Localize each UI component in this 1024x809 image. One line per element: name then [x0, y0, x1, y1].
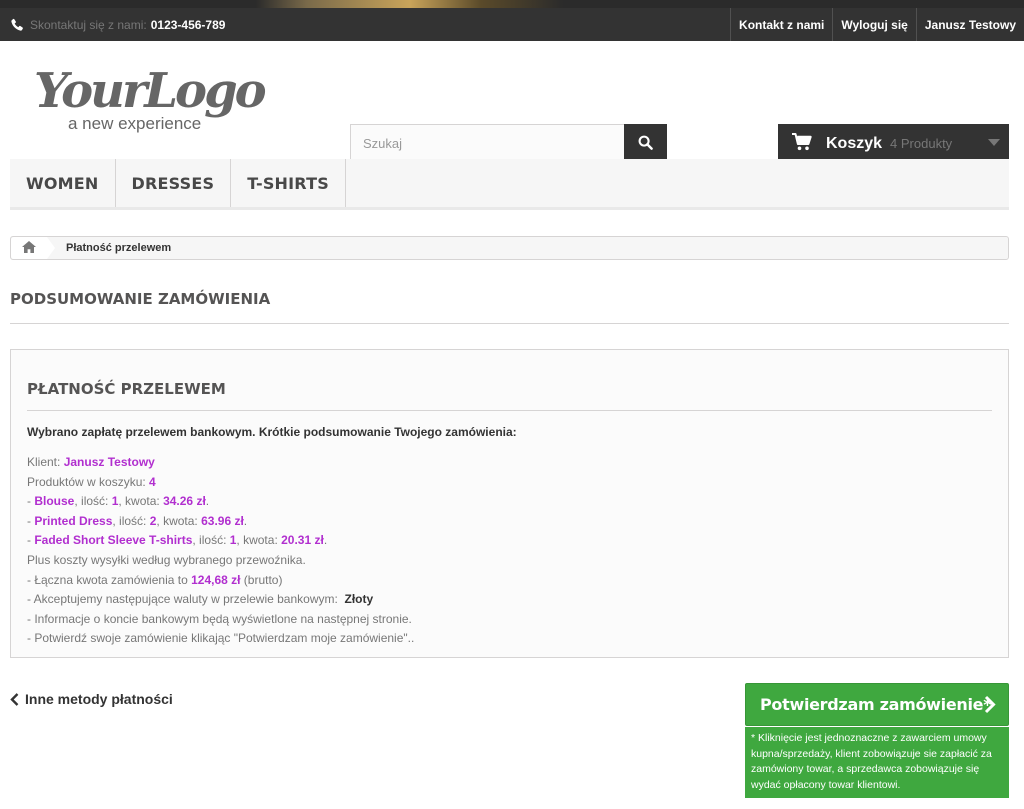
cart-button[interactable]: Koszyk 4 Produkty	[778, 124, 1009, 163]
search-bar	[350, 124, 667, 163]
main-menu: Women Dresses T-shirts	[10, 159, 1009, 210]
other-payment-methods-link[interactable]: Inne metody płatności	[10, 691, 173, 707]
item-name: Faded Short Sleeve T-shirts	[34, 533, 193, 548]
breadcrumb-home[interactable]	[11, 237, 55, 259]
cart-icon	[792, 133, 812, 154]
confirm-button-label: Potwierdzam zamówienie*	[760, 695, 992, 714]
contact-us-link[interactable]: Kontakt z nami	[730, 8, 832, 41]
order-item: - Faded Short Sleeve T-shirts, ilość: 1,…	[27, 533, 328, 548]
total-line: - Łączna kwota zamówienia to 124,68 zł (…	[27, 572, 283, 587]
account-links: Kontakt z nami Wyloguj się Janusz Testow…	[730, 8, 1024, 41]
phone-icon	[10, 18, 24, 32]
home-icon	[22, 240, 36, 256]
cart-dropdown-icon	[988, 139, 1000, 146]
header: YourLogo a new experience Koszyk 4 Produ…	[0, 41, 1024, 163]
order-summary: Klient: Janusz Testowy Produktów w koszy…	[27, 453, 992, 649]
bank-info-line: - Informacje o koncie bankowym będą wyśw…	[27, 611, 412, 626]
menu-item-women[interactable]: Women	[10, 159, 116, 207]
currency-value: Złoty	[344, 592, 374, 607]
item-amount: 20.31 zł	[281, 533, 324, 548]
confirm-order-button[interactable]: Potwierdzam zamówienie*	[745, 683, 1009, 726]
top-banner	[0, 0, 1024, 8]
payment-summary-box: Płatność przelewem Wybrano zapłatę przel…	[10, 349, 1009, 658]
search-button[interactable]	[624, 124, 667, 163]
breadcrumb: Płatność przelewem	[10, 236, 1009, 260]
shipping-note: Plus koszty wysyłki według wybranego prz…	[27, 552, 306, 567]
order-item: - Printed Dress, ilość: 2, kwota: 63.96 …	[27, 513, 248, 528]
cart-count: 4 Produkty	[890, 136, 953, 151]
store-logo[interactable]: YourLogo a new experience	[32, 63, 277, 133]
account-name-link[interactable]: Janusz Testowy	[915, 8, 1024, 41]
item-name: Blouse	[34, 494, 75, 509]
contact-label: Skontaktuj się z nami:	[30, 17, 147, 32]
currency-line: - Akceptujemy następujące waluty w przel…	[27, 592, 374, 607]
logo-wordmark: YourLogo	[34, 63, 266, 119]
search-input[interactable]	[350, 124, 624, 163]
client-line: Klient: Janusz Testowy	[27, 455, 155, 469]
contact-phone: 0123-456-789	[150, 17, 226, 32]
item-name: Printed Dress	[34, 513, 113, 528]
logo-tagline: a new experience	[68, 114, 201, 133]
order-item: - Blouse, ilość: 1, kwota: 34.26 zł.	[27, 494, 210, 509]
client-name: Janusz Testowy	[63, 455, 155, 469]
item-amount: 34.26 zł	[163, 494, 206, 509]
back-link-label: Inne metody płatności	[25, 691, 173, 707]
logout-link[interactable]: Wyloguj się	[832, 8, 915, 41]
payment-intro: Wybrano zapłatę przelewem bankowym. Krót…	[27, 425, 517, 439]
contact-info: Skontaktuj się z nami: 0123-456-789	[0, 8, 225, 41]
menu-item-tshirts[interactable]: T-shirts	[231, 159, 346, 207]
page-title: Podsumowanie zamówienia	[10, 290, 1009, 324]
breadcrumb-current: Płatność przelewem	[66, 242, 172, 254]
payment-heading: Płatność przelewem	[27, 380, 992, 411]
top-nav-bar: Skontaktuj się z nami: 0123-456-789 Kont…	[0, 8, 1024, 41]
menu-item-dresses[interactable]: Dresses	[116, 159, 232, 207]
cart-label: Koszyk	[826, 134, 883, 152]
search-icon	[638, 135, 653, 153]
confirm-legal-note: * Kliknięcie jest jednoznaczne z zawarci…	[745, 727, 1009, 798]
products-count-line: Produktów w koszyku: 4	[27, 474, 156, 489]
item-amount: 63.96 zł	[201, 513, 244, 528]
chevron-left-icon	[10, 692, 19, 706]
confirm-info-line: - Potwierdź swoje zamówienie klikając "P…	[27, 631, 415, 646]
chevron-right-icon	[984, 695, 996, 714]
total-value: 124,68 zł	[191, 572, 241, 587]
products-count: 4	[149, 474, 156, 489]
